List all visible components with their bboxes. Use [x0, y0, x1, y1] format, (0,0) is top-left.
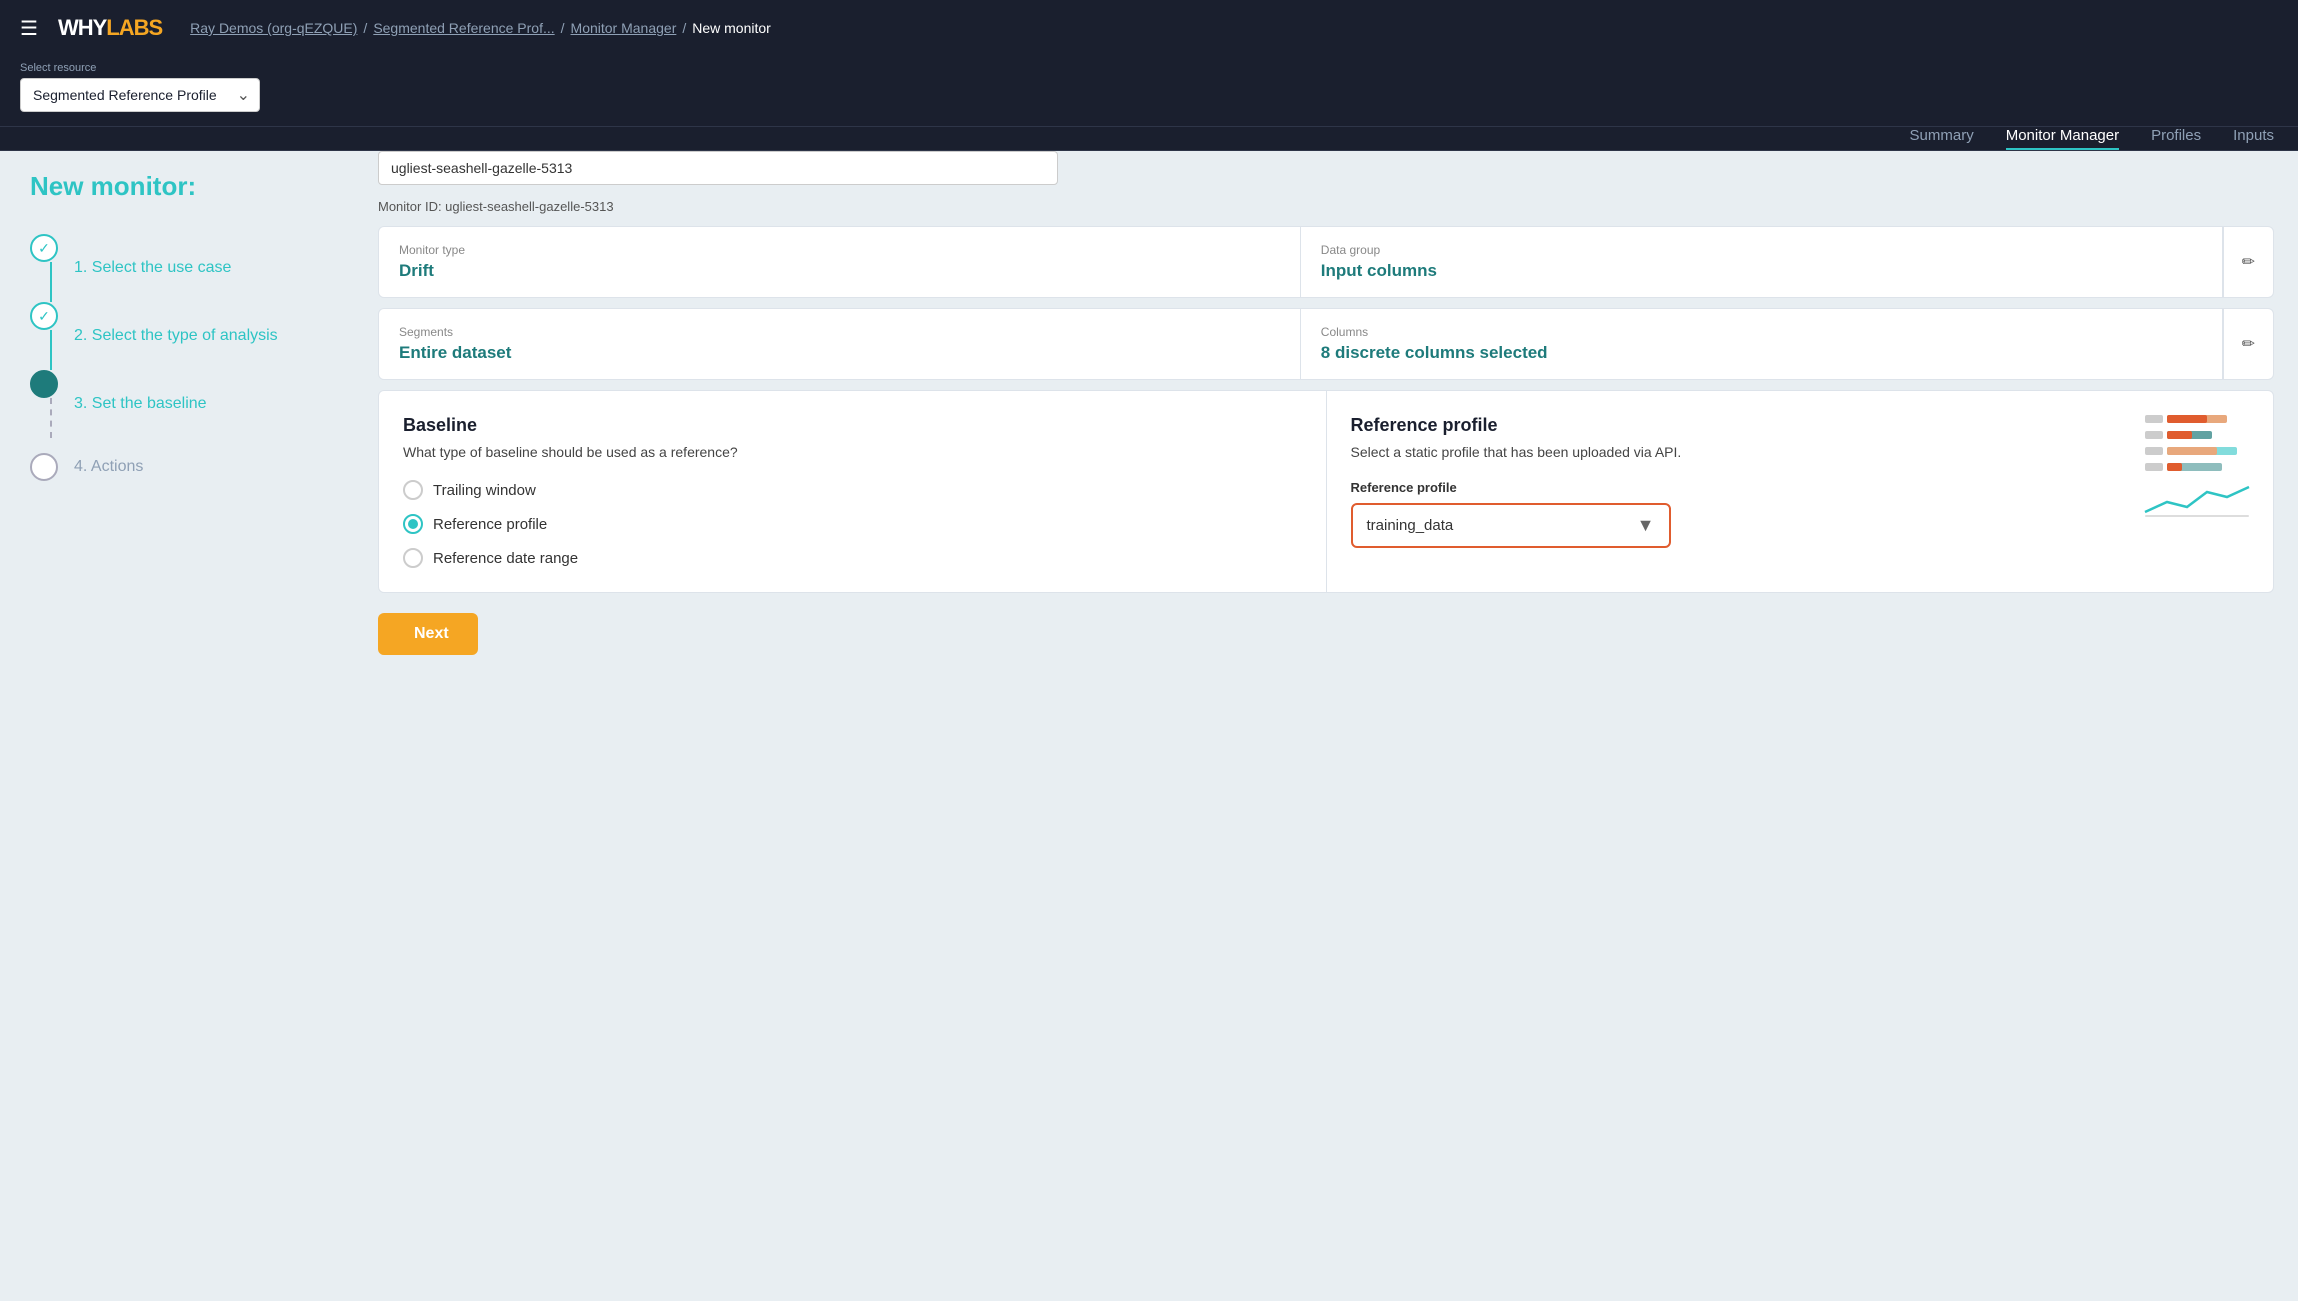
baseline-right: Reference profile Select a static profil… — [1327, 391, 2274, 592]
monitor-type-cell: Monitor type Drift — [379, 227, 1301, 297]
columns-label: Columns — [1321, 325, 2202, 339]
ref-profile-dropdown-label: Reference profile — [1351, 480, 2250, 495]
step-1-label: 1. Select the use case — [74, 239, 231, 297]
segments-value: Entire dataset — [399, 343, 1280, 363]
monitor-id-text: Monitor ID: ugliest-seashell-gazelle-531… — [378, 191, 2274, 214]
tab-inputs[interactable]: Inputs — [2233, 127, 2274, 150]
radio-reference-date-range-label: Reference date range — [433, 550, 578, 567]
resource-label: Select resource — [20, 62, 260, 74]
step-4-col — [30, 453, 58, 481]
breadcrumb-dataset[interactable]: Segmented Reference Prof... — [373, 20, 554, 36]
edit-segments-button[interactable]: ✏ — [2223, 309, 2273, 379]
radio-reference-date-range[interactable]: Reference date range — [403, 548, 1302, 568]
edit-icon-2: ✏ — [2242, 334, 2255, 354]
breadcrumb-sep1: / — [363, 20, 367, 36]
breadcrumb-sep2: / — [561, 20, 565, 36]
data-group-value: Input columns — [1321, 261, 2202, 281]
resource-select[interactable]: Segmented Reference Profile — [20, 78, 260, 112]
step-2-circle: ✓ — [30, 302, 58, 330]
step-1-circle: ✓ — [30, 234, 58, 262]
columns-cell: Columns 8 discrete columns selected — [1301, 309, 2223, 379]
breadcrumb-current: New monitor — [692, 20, 771, 36]
resource-select-wrapper: Segmented Reference Profile — [20, 78, 260, 112]
monitor-type-card: Monitor type Drift Data group Input colu… — [378, 226, 2274, 298]
baseline-title: Baseline — [403, 415, 1302, 436]
step-2-col: ✓ — [30, 302, 58, 370]
step-1-row: ✓ 1. Select the use case — [30, 234, 340, 302]
segments-card: Segments Entire dataset Columns 8 discre… — [378, 308, 2274, 380]
logo: WHYLABS — [58, 15, 162, 41]
step-2-row: ✓ 2. Select the type of analysis — [30, 302, 340, 370]
segments-label: Segments — [399, 325, 1280, 339]
chevron-down-icon: ▼ — [1637, 515, 1655, 536]
radio-reference-date-range-circle — [403, 548, 423, 568]
resource-bar: Select resource Segmented Reference Prof… — [0, 56, 2298, 127]
data-group-label: Data group — [1321, 243, 2202, 257]
resource-selector-area: Select resource Segmented Reference Prof… — [20, 62, 260, 112]
breadcrumb: Ray Demos (org-qEZQUE) / Segmented Refer… — [190, 20, 2278, 36]
right-content: Monitor ID: ugliest-seashell-gazelle-531… — [370, 151, 2298, 1301]
monitor-id-input[interactable] — [378, 151, 1058, 185]
monitor-type-label: Monitor type — [399, 243, 1280, 257]
step-4-circle — [30, 453, 58, 481]
monitor-type-value: Drift — [399, 261, 1280, 281]
tab-monitor-manager[interactable]: Monitor Manager — [2006, 127, 2119, 150]
baseline-card: Baseline What type of baseline should be… — [378, 390, 2274, 593]
ref-profile-selected: training_data — [1367, 517, 1454, 534]
step-2-connector — [50, 330, 52, 370]
edit-monitor-type-button[interactable]: ✏ — [2223, 227, 2273, 297]
main-nav-tabs: Summary Monitor Manager Profiles Inputs — [1910, 127, 2274, 150]
columns-value: 8 discrete columns selected — [1321, 343, 2202, 363]
step-1-col: ✓ — [30, 234, 58, 302]
step-3-connector — [50, 398, 52, 438]
tab-summary[interactable]: Summary — [1910, 127, 1974, 150]
radio-reference-profile[interactable]: Reference profile — [403, 514, 1302, 534]
breadcrumb-sep3: / — [682, 20, 686, 36]
ref-profile-desc: Select a static profile that has been up… — [1351, 444, 2250, 460]
radio-trailing-window-circle — [403, 480, 423, 500]
baseline-radio-group: Trailing window Reference profile Refere… — [403, 480, 1302, 568]
step-3-circle — [30, 370, 58, 398]
radio-trailing-window[interactable]: Trailing window — [403, 480, 1302, 500]
ref-profile-dropdown[interactable]: training_data ▼ — [1351, 503, 1671, 548]
radio-trailing-window-label: Trailing window — [433, 482, 536, 499]
step-4-row: 4. Actions — [30, 438, 340, 496]
sidebar: New monitor: ✓ 1. Select the use case ✓ — [0, 151, 370, 1301]
main-content: New monitor: ✓ 1. Select the use case ✓ — [0, 151, 2298, 1301]
breadcrumb-monitor-manager[interactable]: Monitor Manager — [571, 20, 677, 36]
breadcrumb-org[interactable]: Ray Demos (org-qEZQUE) — [190, 20, 357, 36]
baseline-left: Baseline What type of baseline should be… — [379, 391, 1327, 592]
chart-illustration — [2137, 407, 2257, 527]
step-2-label: 2. Select the type of analysis — [74, 307, 278, 365]
edit-icon-1: ✏ — [2242, 252, 2255, 272]
segments-cell: Segments Entire dataset — [379, 309, 1301, 379]
radio-reference-profile-label: Reference profile — [433, 516, 547, 533]
step-3-row: 3. Set the baseline — [30, 370, 340, 438]
ref-profile-title: Reference profile — [1351, 415, 2250, 436]
baseline-desc: What type of baseline should be used as … — [403, 444, 1302, 460]
radio-reference-profile-inner — [408, 519, 418, 529]
step-2-check-icon: ✓ — [38, 308, 50, 325]
page-title: New monitor: — [30, 171, 340, 202]
step-1-check-icon: ✓ — [38, 240, 50, 257]
tab-profiles[interactable]: Profiles — [2151, 127, 2201, 150]
topnav: ☰ WHYLABS Ray Demos (org-qEZQUE) / Segme… — [0, 0, 2298, 56]
data-group-cell: Data group Input columns — [1301, 227, 2223, 297]
step-1-connector — [50, 262, 52, 302]
hamburger-icon[interactable]: ☰ — [20, 16, 38, 41]
step-4-label: 4. Actions — [74, 438, 143, 496]
step-list: ✓ 1. Select the use case ✓ 2. Select the… — [30, 234, 340, 496]
next-button[interactable]: Next — [378, 613, 478, 655]
radio-reference-profile-circle — [403, 514, 423, 534]
step-3-col — [30, 370, 58, 438]
step-3-label: 3. Set the baseline — [74, 375, 207, 433]
